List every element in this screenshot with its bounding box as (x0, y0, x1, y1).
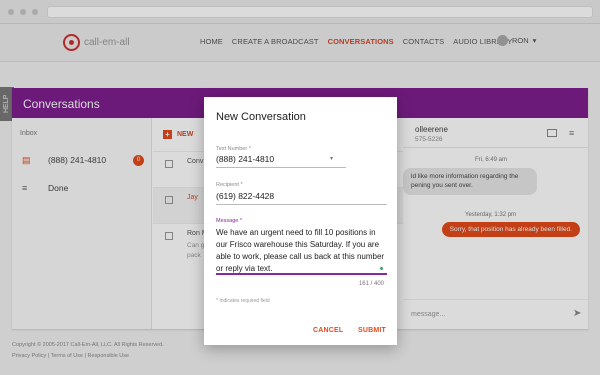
dialog-title: New Conversation (216, 111, 306, 123)
recipient-label: Recipient * (216, 182, 243, 188)
message-field[interactable]: We have an urgent need to fill 10 positi… (216, 227, 388, 275)
message-underline (216, 273, 387, 275)
text-number-label: Text Number * (216, 146, 251, 152)
text-number-underline (216, 167, 346, 168)
message-label: Message * (216, 218, 242, 224)
cancel-button[interactable]: CANCEL (313, 327, 343, 334)
recipient-underline (216, 204, 387, 205)
chevron-down-icon[interactable]: ▾ (330, 155, 333, 162)
submit-button[interactable]: SUBMIT (358, 327, 386, 334)
status-dot-icon (380, 267, 383, 270)
required-note: * Indicates required field (216, 298, 270, 304)
new-conversation-dialog: New Conversation Text Number * (888) 241… (204, 97, 397, 345)
recipient-field[interactable]: (619) 822-4428 (216, 191, 274, 201)
text-number-select[interactable]: (888) 241-4810 (216, 154, 274, 164)
character-counter: 161 / 400 (358, 281, 384, 287)
